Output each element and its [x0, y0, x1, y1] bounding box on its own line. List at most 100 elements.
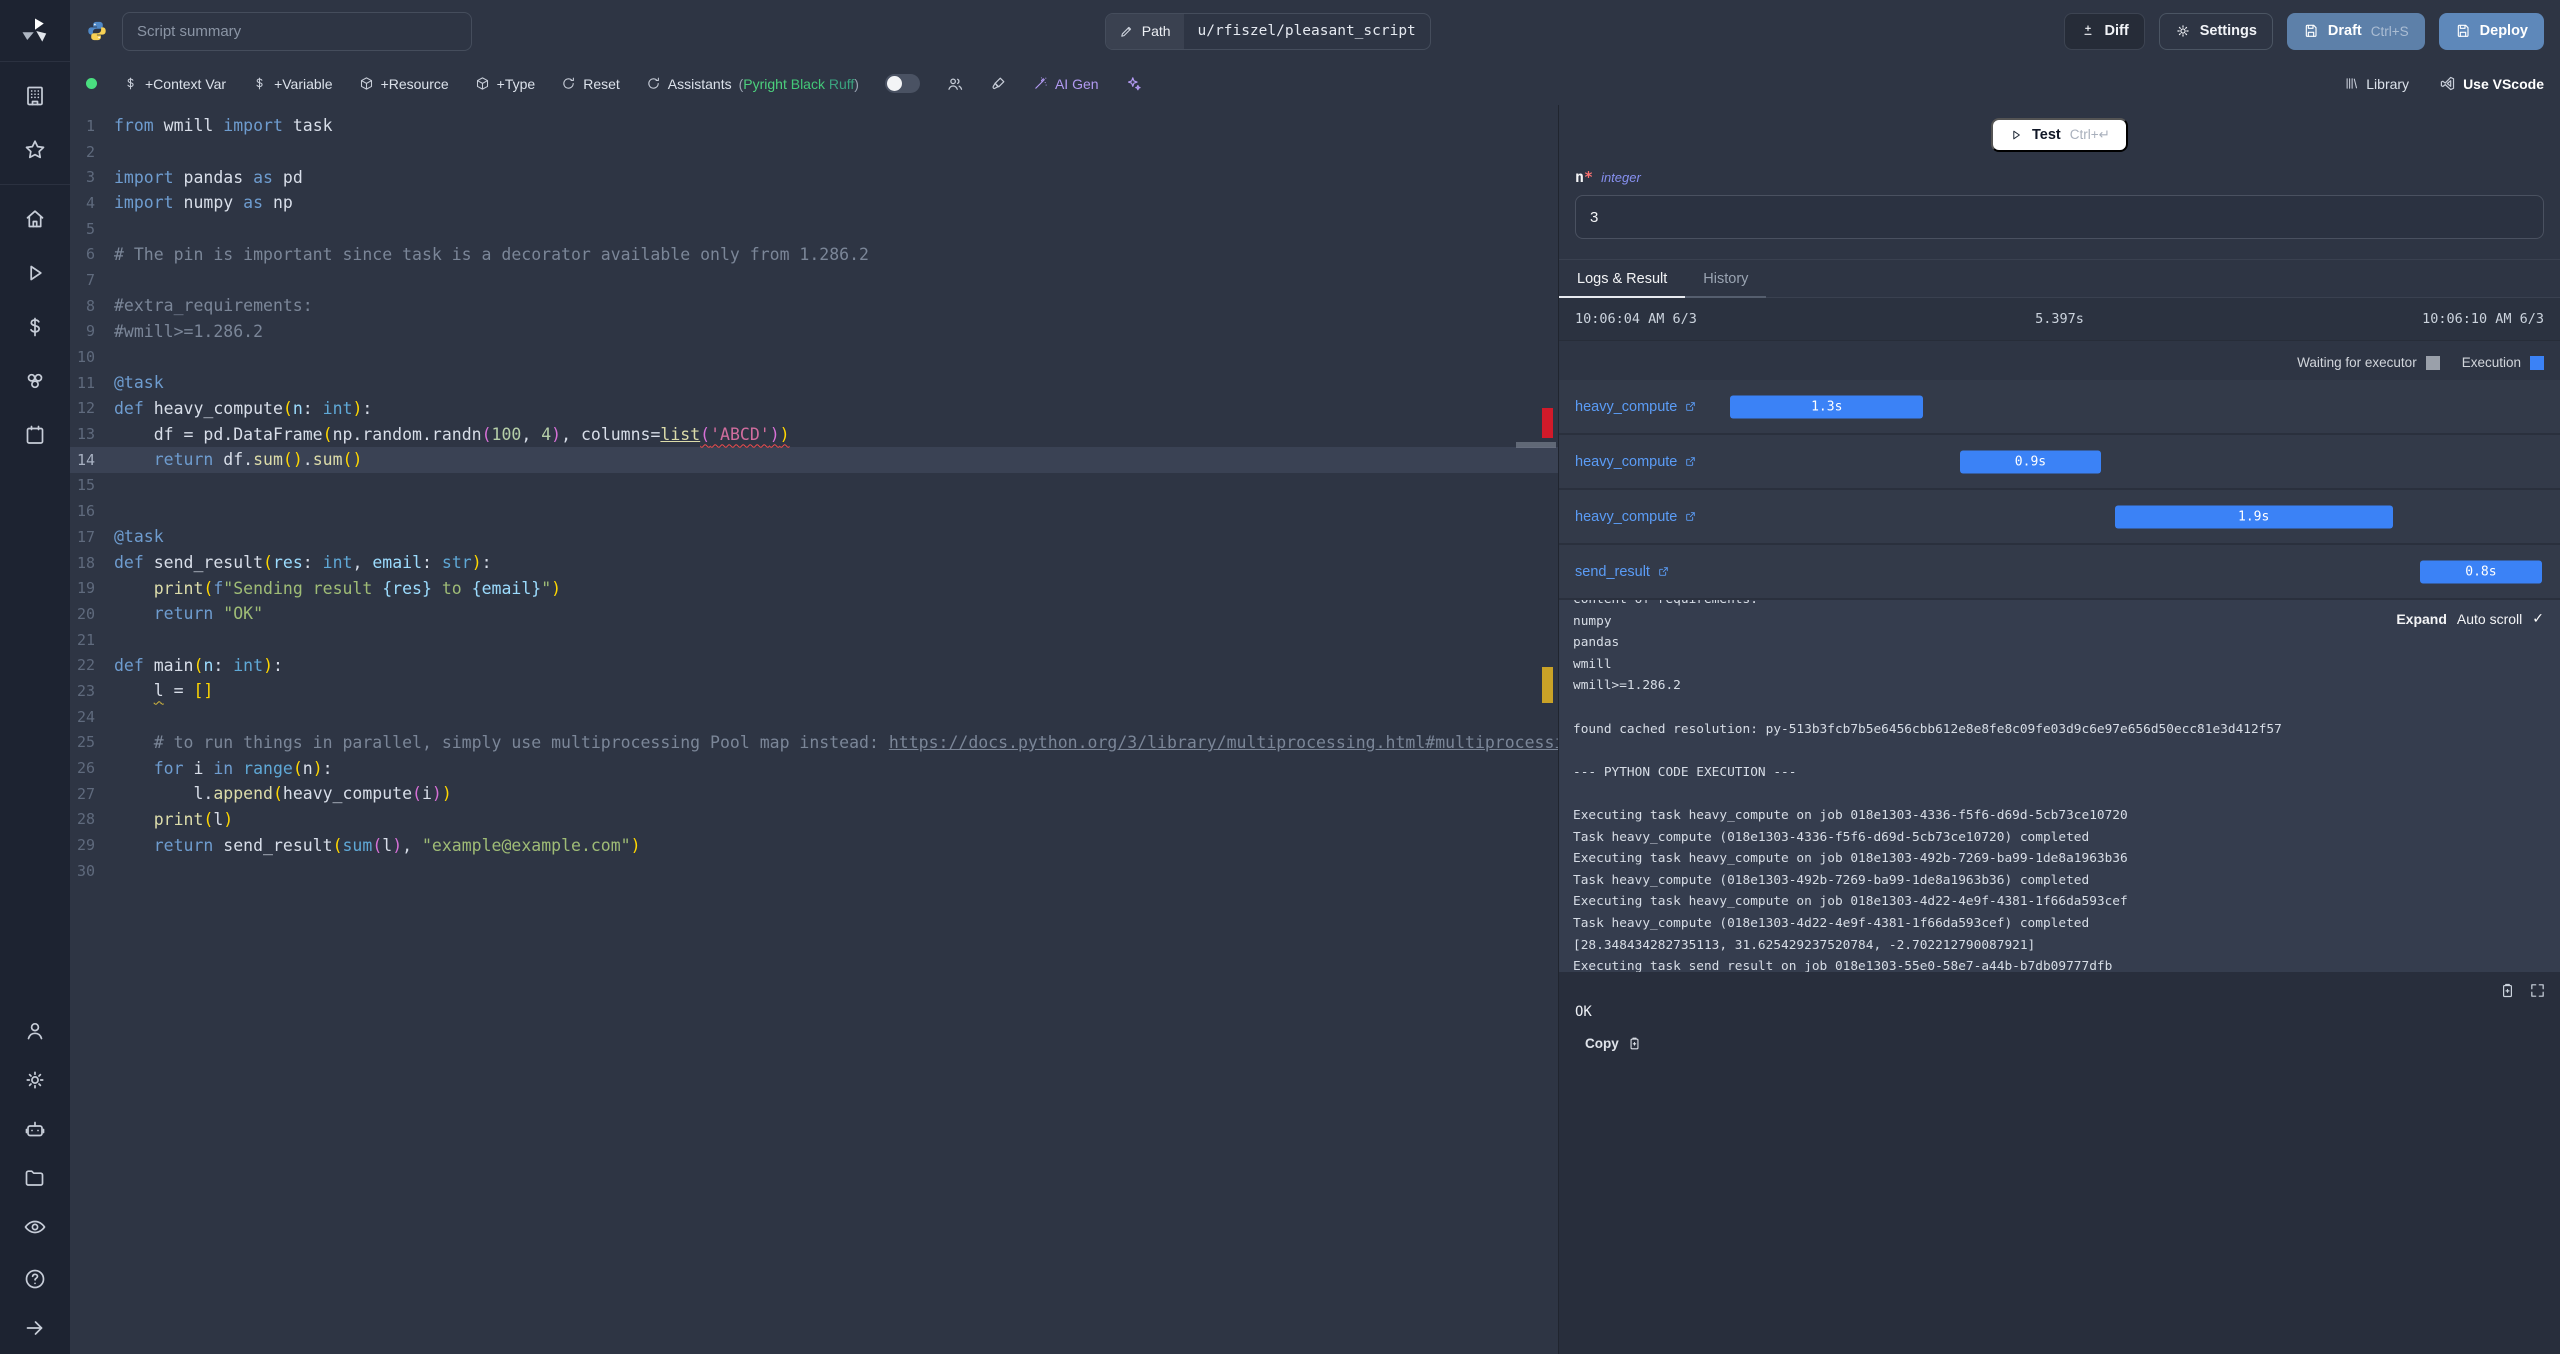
deploy-button[interactable]: Deploy — [2438, 12, 2544, 50]
sidebar-item-settings[interactable] — [23, 1068, 47, 1092]
code-line[interactable]: 17 @task — [70, 524, 1558, 550]
line-number: 4 — [85, 193, 95, 212]
assistant-toggle[interactable] — [884, 74, 920, 93]
line-number: 22 — [76, 656, 95, 675]
sidebar-item-runs[interactable] — [23, 261, 47, 285]
add-variable-label: +Variable — [274, 75, 333, 92]
code-text: return df.sum().sum() — [114, 450, 363, 470]
sidebar-item-schedules[interactable] — [23, 423, 47, 447]
diff-button[interactable]: Diff — [2063, 12, 2145, 50]
scroll-ruler-marker[interactable] — [1516, 442, 1556, 448]
sidebar-item-audit-logs[interactable] — [23, 1215, 47, 1239]
code-line[interactable]: 14 return df.sum().sum() — [70, 446, 1558, 473]
settings-button[interactable]: Settings — [2158, 12, 2273, 50]
job-link-heavy_compute[interactable]: heavy_compute — [1575, 509, 1697, 525]
star-icon — [23, 138, 47, 162]
code-text: print(f"Sending result {res} to {email}"… — [153, 578, 562, 598]
windmill-logo[interactable] — [0, 0, 70, 62]
code-line[interactable]: 13 df = pd.DataFrame(np.random.randn(100… — [70, 421, 1558, 447]
line-number: 29 — [76, 836, 95, 855]
sidebar-item-variables[interactable] — [23, 315, 47, 339]
code-line[interactable]: 30 — [70, 858, 1558, 884]
code-line[interactable]: 5 — [70, 216, 1558, 242]
autoscroll-toggle[interactable]: Auto scroll — [2457, 611, 2522, 627]
code-line[interactable]: 2 — [70, 139, 1558, 165]
timeline-row: heavy_compute 0.9s — [1559, 435, 2560, 490]
code-line[interactable]: 11 @task — [70, 370, 1558, 396]
assistants-button[interactable]: Assistants (Pyright Black Ruff) — [646, 76, 859, 92]
script-summary-input[interactable] — [122, 11, 472, 51]
code-line[interactable]: 25 # to run things in parallel, simply u… — [70, 730, 1558, 756]
code-line[interactable]: 3 import pandas as pd — [70, 164, 1558, 190]
code-line[interactable]: 8 #extra_requirements: — [70, 293, 1558, 319]
sidebar-item-favorites[interactable] — [23, 138, 47, 162]
code-editor[interactable]: 1 from wmill import task 2 3 import pandas a… — [70, 105, 1558, 1354]
code-line[interactable]: 26 for i in range(n): — [70, 755, 1558, 781]
add-type-label: +Type — [496, 75, 536, 92]
code-line[interactable]: 10 — [70, 344, 1558, 370]
reset-button[interactable]: Reset — [561, 76, 620, 92]
copy-button[interactable]: Copy — [1585, 1036, 1642, 1051]
sidebar-item-users[interactable] — [23, 1019, 47, 1043]
code-line[interactable]: 19 print(f"Sending result {res} to {emai… — [70, 575, 1558, 601]
add-variable-button[interactable]: +Variable — [252, 76, 333, 92]
library-button[interactable]: Library — [2344, 76, 2409, 92]
code-line[interactable]: 27 l.append(heavy_compute(i)) — [70, 781, 1558, 807]
external-link-icon — [1684, 455, 1697, 468]
tab-history[interactable]: History — [1685, 260, 1767, 298]
tab-logs-result[interactable]: Logs & Result — [1559, 260, 1686, 298]
sidebar-item-workspace[interactable] — [23, 84, 47, 108]
logs-pane[interactable]: content of requirements:numpypandaswmill… — [1559, 600, 2560, 972]
paren: ) — [854, 75, 859, 92]
timeline-row: send_result 0.8s — [1559, 545, 2560, 600]
sidebar-item-folders[interactable] — [23, 1166, 47, 1190]
code-line[interactable]: 21 — [70, 627, 1558, 653]
code-line[interactable]: 23 l = [] — [70, 678, 1558, 704]
draft-button[interactable]: Draft Ctrl+S — [2286, 12, 2425, 50]
copy-result-icon[interactable] — [2499, 982, 2516, 999]
ai-gen-button[interactable]: AI Gen — [1033, 76, 1099, 92]
ai-sparkles-button[interactable] — [1125, 75, 1142, 92]
expand-logs-button[interactable]: Expand — [2396, 611, 2447, 627]
external-link-icon — [1657, 565, 1670, 578]
add-type-button[interactable]: +Type — [475, 75, 536, 92]
sidebar-item-collapse-sidebar[interactable] — [23, 1316, 47, 1340]
code-text: import pandas as pd — [114, 167, 303, 187]
error-ruler-marker[interactable] — [1542, 408, 1553, 438]
code-line[interactable]: 16 — [70, 498, 1558, 524]
code-line[interactable]: 1 from wmill import task — [70, 113, 1558, 139]
code-line[interactable]: 9 #wmill>=1.286.2 — [70, 319, 1558, 345]
use-vscode-button[interactable]: Use VScode — [2439, 75, 2544, 92]
argument-n-input[interactable] — [1575, 195, 2544, 239]
job-link-heavy_compute[interactable]: heavy_compute — [1575, 454, 1697, 470]
line-number: 25 — [76, 733, 95, 752]
code-line[interactable]: 7 — [70, 267, 1558, 293]
sidebar-item-resources[interactable] — [23, 369, 47, 393]
code-line[interactable]: 6 # The pin is important since task is a … — [70, 241, 1558, 267]
sidebar-item-help[interactable] — [23, 1267, 47, 1291]
add-resource-button[interactable]: +Resource — [359, 76, 449, 92]
warning-ruler-marker[interactable] — [1542, 667, 1553, 703]
multiplayer-button[interactable] — [946, 75, 964, 93]
code-text: from wmill import task — [114, 116, 333, 136]
code-line[interactable]: 29 return send_result(sum(l), "example@e… — [70, 832, 1558, 858]
code-line[interactable]: 12 def heavy_compute(n: int): — [70, 396, 1558, 422]
format-button[interactable] — [990, 75, 1007, 92]
job-link-heavy_compute[interactable]: heavy_compute — [1575, 399, 1697, 415]
external-link-icon — [1684, 400, 1697, 413]
code-line[interactable]: 18 def send_result(res: int, email: str): — [70, 550, 1558, 576]
code-line[interactable]: 15 — [70, 473, 1558, 499]
code-text: # The pin is important since task is a d… — [114, 244, 869, 264]
job-link-send_result[interactable]: send_result — [1575, 564, 1670, 580]
path-button[interactable]: Path u/rfiszel/pleasant_script — [1104, 12, 1431, 50]
code-line[interactable]: 28 print(l) — [70, 807, 1558, 833]
add-context-var-button[interactable]: +Context Var — [123, 76, 226, 92]
test-button[interactable]: Test Ctrl+↵ — [1991, 118, 2128, 152]
sidebar-item-workers[interactable] — [23, 1117, 47, 1141]
fullscreen-icon[interactable] — [2529, 982, 2546, 999]
code-line[interactable]: 4 import numpy as np — [70, 190, 1558, 216]
code-line[interactable]: 22 def main(n: int): — [70, 652, 1558, 678]
code-line[interactable]: 24 — [70, 704, 1558, 730]
sidebar-item-home[interactable] — [23, 207, 47, 231]
code-line[interactable]: 20 return "OK" — [70, 601, 1558, 627]
